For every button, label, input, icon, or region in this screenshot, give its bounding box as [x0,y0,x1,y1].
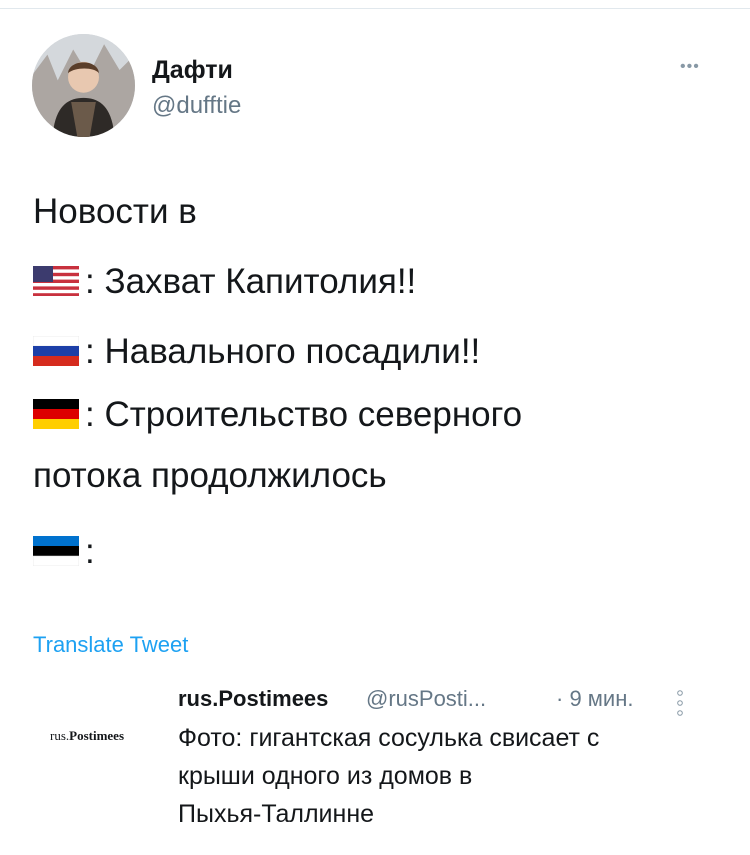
flag-russia-icon [33,335,79,366]
quoted-author-handle[interactable]: @rusPosti... [366,686,486,712]
flag-estonia-icon [33,535,79,566]
logo-prefix: rus. [50,728,70,743]
quoted-text-line: Пыхья-Таллинне [178,800,375,828]
tweet-item-text: : Навального посадили!! [85,332,481,371]
display-name[interactable]: Дафти [152,56,233,85]
user-handle[interactable]: @dufftie [152,92,241,120]
top-divider [0,8,750,9]
avatar-photo [32,34,135,137]
avatar[interactable] [32,34,135,137]
tweet-text-line: Новости в [33,192,197,231]
tweet-item-text: : Захват Капитолия!! [85,262,417,301]
quoted-text-line: Фото: гигантская сосулька свисает с [178,724,600,752]
tweet-item-germany: : Строительство северного [33,395,522,435]
more-options-icon[interactable]: ••• [680,58,700,76]
logo-brand: Postimees [69,728,125,743]
tweet-text-line: потока продолжилось [33,456,387,495]
quoted-timestamp[interactable]: · 9 мин. [556,686,633,712]
tweet-item-text: : [85,532,95,571]
tweet-item-usa: : Захват Капитолия!! [33,262,416,302]
quoted-source-logo[interactable]: rus.Postimees [50,728,124,744]
flag-usa-icon [33,265,79,296]
tweet-item-text: : Строительство северного [85,395,523,434]
quoted-text-line: крыши одного из домов в [178,762,473,790]
vertical-more-icon[interactable] [676,688,684,718]
quoted-author-name[interactable]: rus.Postimees [178,686,328,712]
tweet-item-russia: : Навального посадили!! [33,332,480,372]
flag-germany-icon [33,398,79,429]
tweet-item-estonia: : [33,532,95,572]
translate-tweet-link[interactable]: Translate Tweet [33,632,188,658]
